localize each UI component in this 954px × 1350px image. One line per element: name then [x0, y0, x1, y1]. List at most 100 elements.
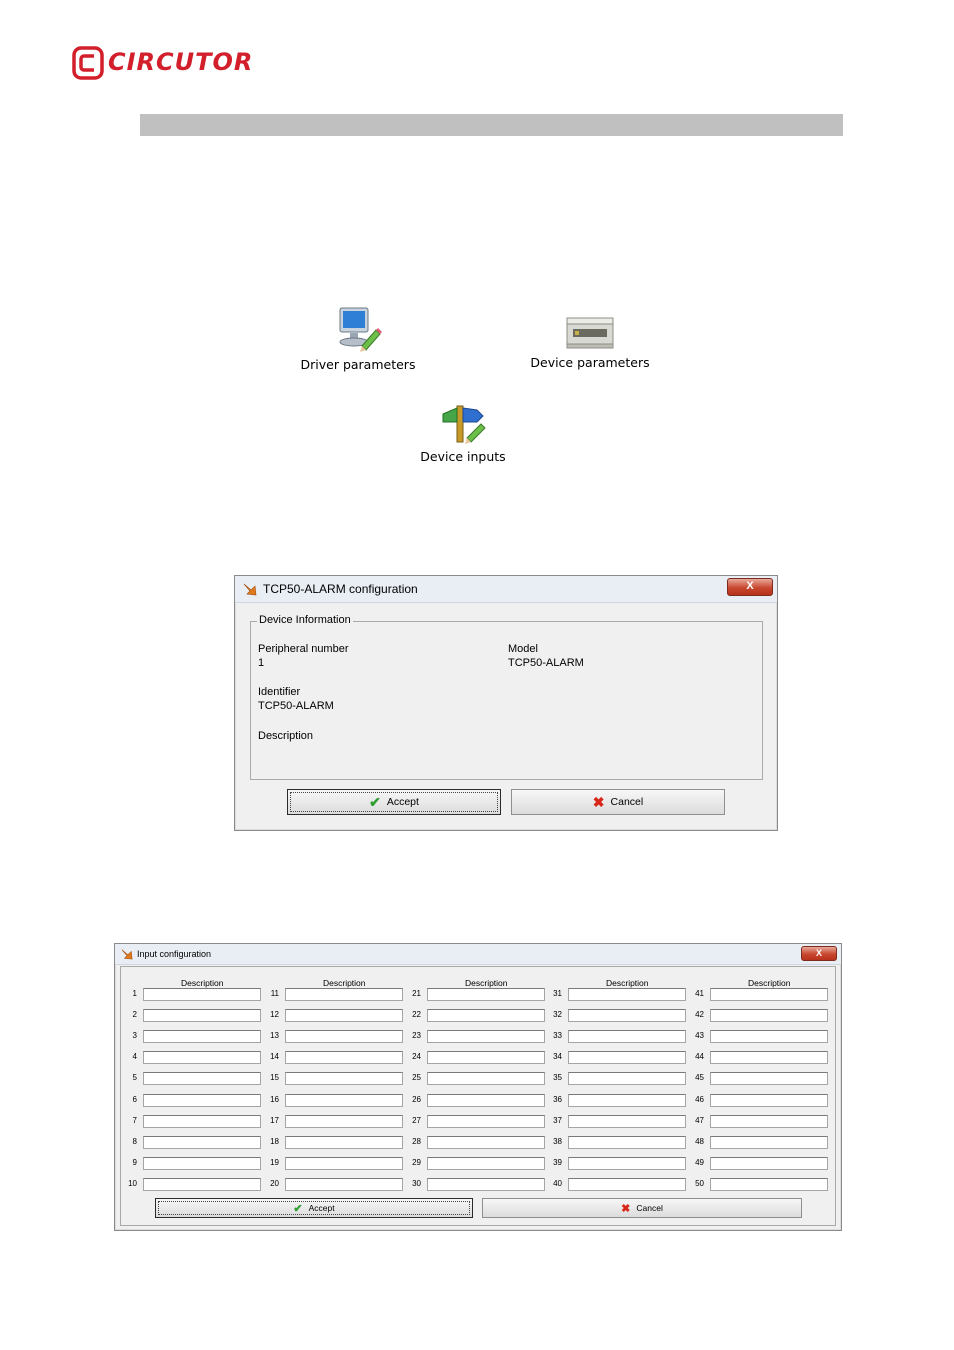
input-description-field[interactable] [285, 1030, 403, 1043]
input-description-field[interactable] [427, 1030, 545, 1043]
input-number-label: 7 [132, 1116, 137, 1125]
input-number-label: 36 [553, 1095, 562, 1104]
input-description-field[interactable] [710, 1051, 828, 1064]
input-description-field[interactable] [143, 1072, 261, 1085]
close-button[interactable]: X [801, 946, 837, 961]
input-description-field[interactable] [427, 1072, 545, 1085]
input-number-label: 15 [270, 1073, 279, 1082]
input-description-field[interactable] [427, 1136, 545, 1149]
input-cancel-label: Cancel [636, 1203, 663, 1213]
input-description-field[interactable] [568, 1094, 686, 1107]
input-number-label: 2 [132, 1010, 137, 1019]
input-cancel-button[interactable]: ✖ Cancel [482, 1198, 802, 1218]
input-description-field[interactable] [568, 1157, 686, 1170]
input-description-field[interactable] [143, 1051, 261, 1064]
driver-parameters-label: Driver parameters [300, 357, 416, 372]
dialog-title: TCP50-ALARM configuration [263, 582, 418, 596]
input-dialog-title: Input configuration [137, 949, 212, 959]
input-description-field[interactable] [568, 1051, 686, 1064]
input-number-label: 32 [553, 1010, 562, 1019]
input-description-field[interactable] [427, 1178, 545, 1191]
device-information-label: Device Information [257, 614, 353, 626]
input-description-field[interactable] [427, 1094, 545, 1107]
input-number-label: 27 [412, 1116, 421, 1125]
driver-parameters-launcher[interactable]: Driver parameters [296, 306, 420, 372]
input-description-field[interactable] [143, 1094, 261, 1107]
input-number-label: 33 [553, 1031, 562, 1040]
close-button[interactable]: X [727, 578, 773, 596]
input-description-field[interactable] [143, 1009, 261, 1022]
column-header-description: Description [606, 978, 649, 988]
input-number-label: 50 [695, 1179, 704, 1188]
input-description-field[interactable] [568, 1178, 686, 1191]
input-number-label: 38 [553, 1137, 562, 1146]
input-description-field[interactable] [568, 1009, 686, 1022]
input-description-field[interactable] [427, 1115, 545, 1128]
input-description-field[interactable] [285, 1136, 403, 1149]
input-number-label: 4 [132, 1052, 137, 1061]
identifier-value: TCP50-ALARM [258, 700, 334, 712]
input-description-field[interactable] [143, 1178, 261, 1191]
column-header-description: Description [181, 978, 224, 988]
input-description-field[interactable] [710, 1178, 828, 1191]
peripheral-number-value: 1 [258, 657, 265, 669]
input-description-field[interactable] [427, 1009, 545, 1022]
device-parameters-launcher[interactable]: Device parameters [526, 316, 654, 370]
input-number-label: 47 [695, 1116, 704, 1125]
input-description-field[interactable] [710, 1009, 828, 1022]
device-inputs-launcher[interactable]: Device inputs [412, 402, 514, 464]
identifier-label: Identifier [258, 686, 301, 698]
input-description-field[interactable] [710, 1030, 828, 1043]
input-description-field[interactable] [568, 1136, 686, 1149]
input-description-field[interactable] [143, 1136, 261, 1149]
input-description-field[interactable] [143, 1030, 261, 1043]
input-description-field[interactable] [427, 988, 545, 1001]
input-description-field[interactable] [143, 1115, 261, 1128]
input-accept-button[interactable]: ✔ Accept [155, 1198, 473, 1218]
input-description-field[interactable] [568, 1030, 686, 1043]
input-description-field[interactable] [710, 1115, 828, 1128]
input-description-field[interactable] [427, 1157, 545, 1170]
input-number-label: 31 [553, 989, 562, 998]
input-number-label: 23 [412, 1031, 421, 1040]
column-header-description: Description [323, 978, 366, 988]
input-description-field[interactable] [710, 1136, 828, 1149]
input-number-label: 3 [132, 1031, 137, 1040]
accept-button[interactable]: ✔ Accept [287, 789, 501, 815]
input-dialog-title-bar: Input configuration X [115, 944, 841, 965]
input-description-field[interactable] [568, 1072, 686, 1085]
input-description-field[interactable] [710, 988, 828, 1001]
input-description-field[interactable] [285, 1178, 403, 1191]
input-number-label: 13 [270, 1031, 279, 1040]
input-number-label: 19 [270, 1158, 279, 1167]
input-number-label: 44 [695, 1052, 704, 1061]
input-description-field[interactable] [285, 1115, 403, 1128]
input-description-field[interactable] [285, 1009, 403, 1022]
input-description-field[interactable] [285, 1157, 403, 1170]
input-description-field[interactable] [427, 1051, 545, 1064]
input-number-label: 37 [553, 1116, 562, 1125]
app-icon [243, 583, 257, 596]
input-description-field[interactable] [568, 1115, 686, 1128]
input-number-label: 46 [695, 1095, 704, 1104]
input-description-field[interactable] [285, 1094, 403, 1107]
input-number-label: 16 [270, 1095, 279, 1104]
input-description-field[interactable] [143, 988, 261, 1001]
input-number-label: 48 [695, 1137, 704, 1146]
input-description-field[interactable] [568, 988, 686, 1001]
input-number-label: 30 [412, 1179, 421, 1188]
input-description-field[interactable] [710, 1072, 828, 1085]
input-number-label: 35 [553, 1073, 562, 1082]
input-description-field[interactable] [285, 1072, 403, 1085]
input-description-field[interactable] [710, 1157, 828, 1170]
cancel-button[interactable]: ✖ Cancel [511, 789, 725, 815]
input-number-label: 42 [695, 1010, 704, 1019]
input-description-field[interactable] [285, 988, 403, 1001]
logo-text: CIRCUTOR [108, 48, 254, 76]
input-number-label: 20 [270, 1179, 279, 1188]
input-description-field[interactable] [710, 1094, 828, 1107]
input-number-label: 28 [412, 1137, 421, 1146]
input-description-field[interactable] [285, 1051, 403, 1064]
input-description-field[interactable] [143, 1157, 261, 1170]
model-value: TCP50-ALARM [508, 657, 584, 669]
